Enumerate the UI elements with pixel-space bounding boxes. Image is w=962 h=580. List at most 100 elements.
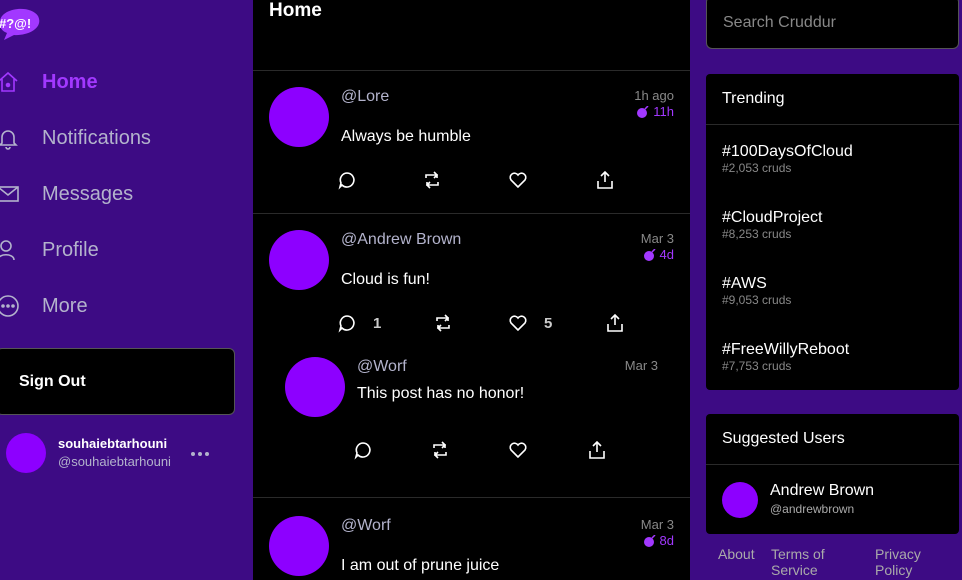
reply-thread: @Worf Mar 3 This post has no honor!	[253, 340, 690, 498]
trend-count: #7,753 cruds	[722, 359, 792, 373]
right-sidebar: Trending #100DaysOfCloud #2,053 cruds #C…	[690, 0, 962, 580]
suggested-users-panel: Suggested Users Andrew Brown @andrewbrow…	[706, 414, 959, 534]
repost-button[interactable]	[430, 440, 450, 460]
reply-button[interactable]: 1	[337, 313, 381, 333]
current-user-card[interactable]: souhaiebtarhouni @souhaiebtarhouni	[0, 430, 253, 480]
post-handle[interactable]: @Worf	[341, 517, 391, 535]
bomb-icon	[637, 105, 649, 118]
trend-item[interactable]: #AWS #9,053 cruds	[722, 275, 791, 307]
post-handle[interactable]: @Lore	[341, 88, 389, 106]
suggested-user-handle: @andrewbrown	[770, 502, 855, 516]
reply-button[interactable]	[353, 440, 373, 460]
sign-out-label: Sign Out	[19, 372, 86, 390]
trend-tag: #CloudProject	[722, 209, 823, 226]
logo-icon[interactable]: #?@!	[0, 2, 42, 42]
share-button[interactable]	[605, 313, 625, 333]
trend-tag: #FreeWillyReboot	[722, 341, 850, 358]
repost-icon	[425, 171, 439, 189]
post-expiry-label: 11h	[653, 104, 674, 119]
trend-tag: #AWS	[722, 275, 767, 292]
left-sidebar: #?@! Home Notifications Messages Profile…	[0, 0, 253, 580]
like-button[interactable]	[508, 440, 528, 460]
like-button[interactable]	[508, 170, 528, 190]
avatar[interactable]	[285, 357, 345, 417]
repost-icon	[436, 314, 450, 332]
trend-count: #8,253 cruds	[722, 227, 792, 241]
post-expiry-label: 4d	[659, 247, 674, 262]
post-handle[interactable]: @Andrew Brown	[341, 231, 461, 249]
repost-button[interactable]	[433, 313, 453, 333]
share-button[interactable]	[587, 440, 607, 460]
reply-icon	[338, 315, 355, 333]
post-handle[interactable]: @Worf	[357, 358, 407, 376]
avatar[interactable]	[722, 482, 758, 518]
post-body: Always be humble	[341, 128, 471, 145]
post-expiry: 8d	[643, 533, 674, 548]
repost-icon	[433, 441, 447, 459]
profile-icon	[0, 240, 15, 261]
heart-icon	[509, 315, 527, 332]
more-icon	[0, 295, 19, 317]
search-input[interactable]	[706, 0, 959, 49]
trend-count: #9,053 cruds	[722, 293, 792, 307]
trend-count: #2,053 cruds	[722, 161, 792, 175]
like-count: 5	[544, 314, 553, 332]
reply-count: 1	[373, 314, 382, 332]
current-user-handle: @souhaiebtarhouni	[58, 454, 171, 469]
post-expiry-label: 8d	[659, 533, 674, 548]
post-time: Mar 3	[640, 231, 674, 246]
sign-out-button[interactable]: Sign Out	[0, 348, 235, 415]
nav-profile-label: Profile	[42, 238, 99, 261]
share-button[interactable]	[595, 170, 615, 190]
home-feed: Home @Lore 1h ago 11h Always be humble @…	[253, 0, 690, 580]
reply-button[interactable]	[337, 170, 357, 190]
avatar[interactable]	[269, 230, 329, 290]
post-expiry: 11h	[636, 104, 674, 119]
like-button[interactable]: 5	[508, 313, 552, 333]
post-time: Mar 3	[640, 517, 674, 532]
avatar[interactable]	[269, 87, 329, 147]
bell-icon	[0, 130, 18, 150]
repost-button[interactable]	[422, 170, 442, 190]
bomb-icon	[643, 534, 656, 547]
post-item[interactable]: @Andrew Brown Mar 3 4d Cloud is fun! 1 5	[253, 214, 690, 340]
post-time: 1h ago	[634, 88, 674, 103]
post-body: I am out of prune juice	[341, 557, 500, 574]
post-item[interactable]: @Lore 1h ago 11h Always be humble	[253, 71, 690, 213]
reply-icon	[338, 172, 355, 190]
mail-icon	[0, 186, 19, 202]
nav-notifications-label: Notifications	[42, 126, 151, 149]
share-icon	[597, 170, 613, 189]
avatar[interactable]	[269, 516, 329, 576]
post-item[interactable]: @Worf Mar 3 8d I am out of prune juice	[253, 499, 690, 580]
bomb-icon	[643, 248, 656, 261]
footer-privacy-link[interactable]: Privacy Policy	[875, 546, 935, 578]
heart-icon	[509, 442, 527, 459]
user-menu-icon[interactable]	[190, 442, 210, 462]
footer-about-link[interactable]: About	[718, 546, 755, 562]
share-icon	[607, 313, 623, 332]
suggested-user-name[interactable]: Andrew Brown	[770, 482, 874, 500]
page-title: Home	[269, 0, 322, 21]
trend-item[interactable]: #CloudProject #8,253 cruds	[722, 209, 823, 241]
post-item[interactable]: @Worf Mar 3 This post has no honor!	[253, 340, 690, 498]
share-icon	[589, 440, 605, 459]
post-expiry: 4d	[643, 247, 674, 262]
trend-item[interactable]: #100DaysOfCloud #2,053 cruds	[722, 143, 853, 175]
post-time: Mar 3	[624, 358, 658, 373]
trending-title: Trending	[706, 74, 959, 125]
trending-panel: Trending #100DaysOfCloud #2,053 cruds #C…	[706, 74, 959, 390]
heart-icon	[509, 172, 527, 189]
nav-home-label: Home	[42, 70, 98, 93]
trend-item[interactable]: #FreeWillyReboot #7,753 cruds	[722, 341, 849, 373]
post-body: Cloud is fun!	[341, 271, 430, 288]
footer-terms-link[interactable]: Terms of Service	[771, 546, 851, 578]
nav-messages-label: Messages	[42, 182, 134, 205]
logo-text: #?@!	[0, 16, 31, 31]
trend-tag: #100DaysOfCloud	[722, 143, 853, 160]
suggested-users-title: Suggested Users	[706, 414, 959, 465]
home-icon	[0, 71, 18, 92]
avatar	[6, 433, 46, 473]
reply-icon	[354, 442, 371, 460]
post-body: This post has no honor!	[357, 385, 525, 402]
